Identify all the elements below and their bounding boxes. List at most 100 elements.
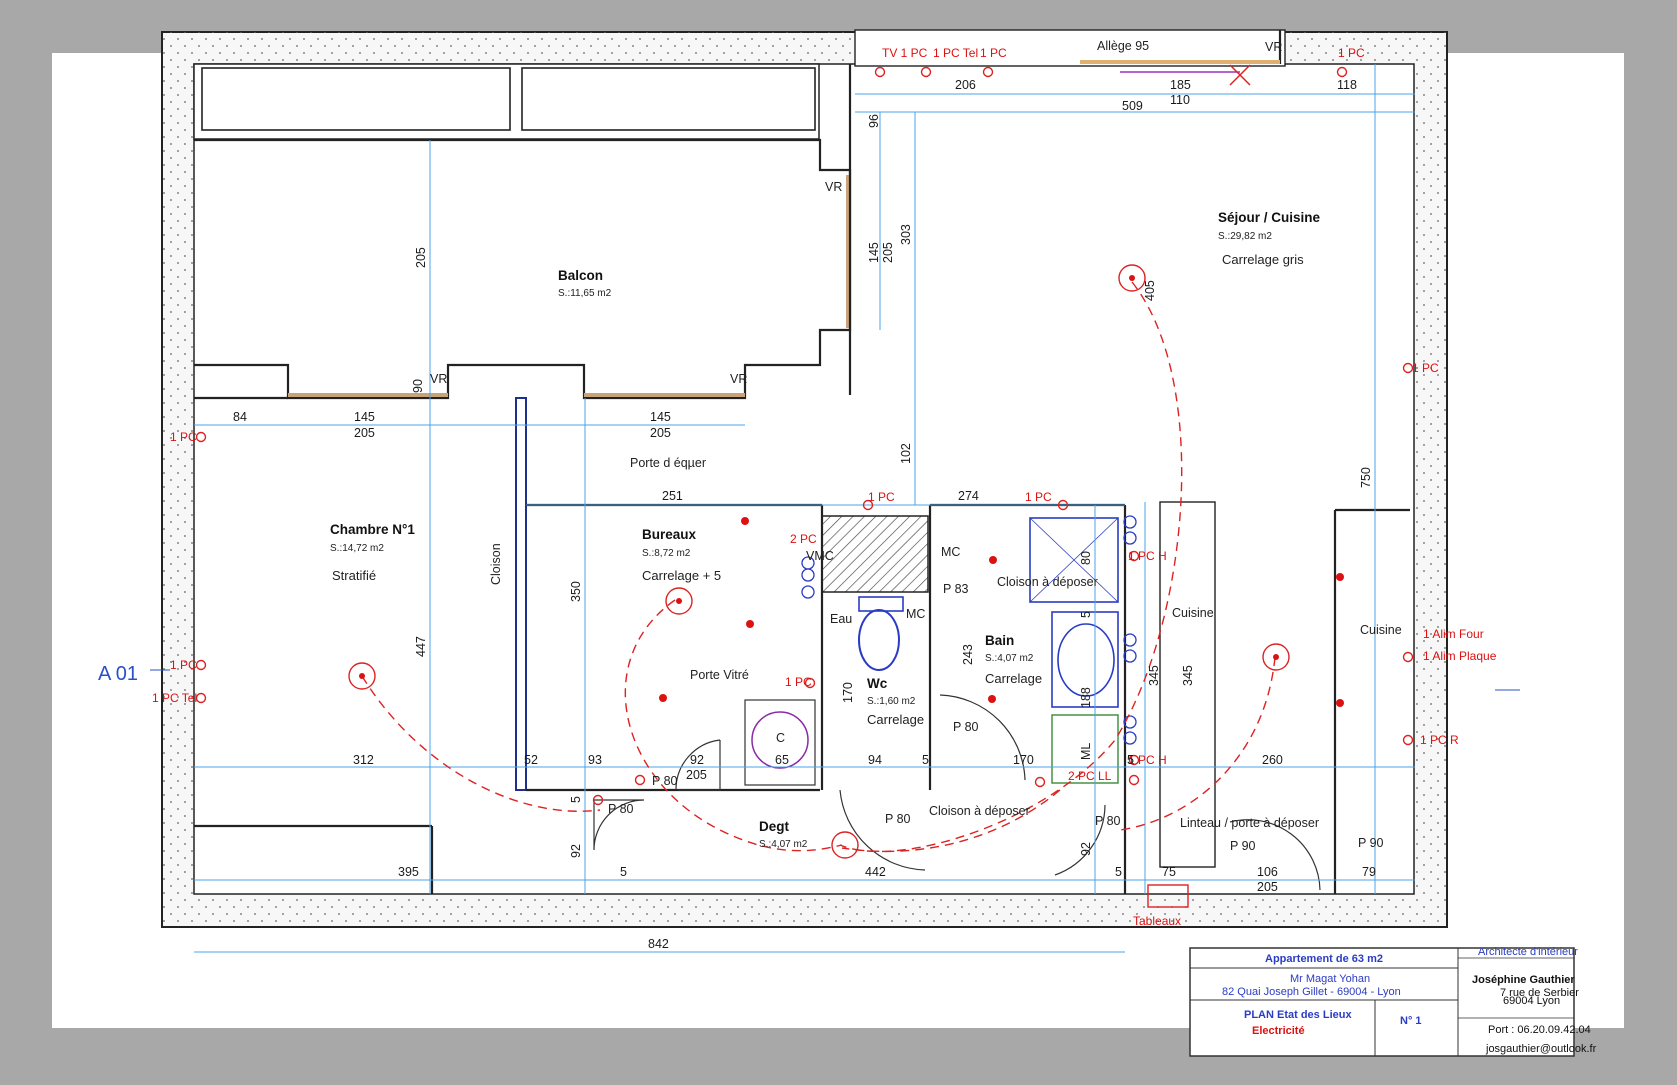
- dim-274: 274: [958, 489, 979, 503]
- room-area-bureaux: S.:8,72 m2: [642, 548, 691, 559]
- dim-79: 79: [1362, 865, 1376, 879]
- section-mark-left: A 01: [98, 663, 138, 685]
- title-block: Appartement de 63 m2 Mr Magat Yohan 82 Q…: [1189, 946, 1597, 1057]
- dim-92b: 92: [569, 844, 583, 858]
- dim-395: 395: [398, 865, 419, 879]
- tb-arch-addr2: 69004 Lyon: [1503, 995, 1560, 1007]
- dim-5c: 5: [1127, 753, 1134, 767]
- dim-106: 106: [1257, 865, 1278, 879]
- dim-5b: 5: [922, 753, 929, 767]
- dim-93: 93: [588, 753, 602, 767]
- room-area-balcon: S.:11,65 m2: [558, 288, 612, 299]
- dim-447: 447: [414, 636, 428, 657]
- dim-145c: 145: [650, 410, 671, 424]
- elec-pc-r: 1 PC R: [1420, 733, 1459, 747]
- dim-842: 842: [648, 937, 669, 951]
- elec-alim-four: 1 Alim Four: [1423, 627, 1484, 641]
- linteau-label: Linteau / porte à déposer: [1180, 816, 1319, 830]
- dim-90: 90: [411, 379, 425, 393]
- room-name-bureaux: Bureaux: [642, 527, 697, 542]
- p80-label-4: P 80: [953, 720, 979, 734]
- dim-509: 509: [1122, 99, 1143, 113]
- dim-5d: 5: [569, 796, 583, 803]
- dim-251: 251: [662, 489, 683, 503]
- elec-tv-pc: TV 1 PC: [882, 46, 928, 60]
- cloison-label: Cloison: [489, 543, 503, 585]
- room-name-balcon: Balcon: [558, 268, 603, 283]
- tb-firm-title: Architecte d'intérieur: [1478, 946, 1578, 958]
- room-area-wc: S.:1,60 m2: [867, 696, 916, 707]
- p80-label-5: P 80: [1095, 814, 1121, 828]
- dim-145a: 145: [867, 242, 881, 263]
- porte-vitre-label: Porte Vitré: [690, 668, 749, 682]
- elec-pc-top-right: 1 PC: [1338, 46, 1365, 60]
- tb-architect: Joséphine Gauthier: [1472, 974, 1575, 986]
- dim-188: 188: [1079, 687, 1093, 708]
- dim-92c: 92: [1079, 842, 1093, 856]
- p90-label-1: P 90: [1230, 839, 1256, 853]
- room-area-chambre: S.:14,72 m2: [330, 543, 384, 554]
- elec-pc-mid-2: 1 PC: [1025, 490, 1052, 504]
- dim-5a: 5: [1079, 611, 1093, 618]
- dim-185: 185: [1170, 78, 1191, 92]
- exterior-walls: [161, 29, 1448, 928]
- tb-number: N° 1: [1400, 1015, 1422, 1027]
- dim-206: 206: [955, 78, 976, 92]
- dim-118: 118: [1337, 78, 1357, 92]
- dim-442: 442: [865, 865, 886, 879]
- vr-label-1: VR: [825, 180, 842, 194]
- dim-345b: 345: [1181, 665, 1195, 686]
- floor-plan-viewer: A 01 Allège 95 Balcon S.:11,65 m2 Séjour…: [0, 0, 1677, 1080]
- dim-52: 52: [524, 753, 538, 767]
- room-name-degt: Degt: [759, 819, 790, 834]
- elec-pc-bureaux-1: 1 PC: [785, 675, 812, 689]
- room-area-degt: S.:4,07 m2: [759, 839, 808, 850]
- dim-92a: 92: [690, 753, 704, 767]
- tb-arch-email: josgauthier@outlook.fr: [1485, 1043, 1597, 1055]
- dim-80: 80: [1079, 551, 1093, 565]
- tb-client: Mr Magat Yohan: [1290, 973, 1370, 985]
- vmc-label: VMC: [806, 549, 834, 563]
- dim-243: 243: [961, 644, 975, 665]
- cloison-deposer-label-1: Cloison à déposer: [997, 575, 1098, 589]
- elec-pc-chambre-2: 1 PC: [170, 658, 197, 672]
- dim-110: 110: [1170, 93, 1190, 107]
- elec-pc-h-1: 1 PC H: [1128, 549, 1167, 563]
- vr-label-2: VR: [430, 372, 447, 386]
- room-name-sejour: Séjour / Cuisine: [1218, 210, 1321, 225]
- room-area-bain: S.:4,07 m2: [985, 653, 1034, 664]
- room-floor-bain: Carrelage: [985, 671, 1042, 686]
- dim-303: 303: [899, 224, 913, 245]
- room-floor-wc: Carrelage: [867, 712, 924, 727]
- dim-65: 65: [775, 753, 789, 767]
- p80-label-1: P 80: [652, 774, 678, 788]
- dim-205b: 205: [881, 242, 895, 263]
- dim-205f: 205: [1257, 880, 1278, 894]
- dim-145b: 145: [354, 410, 375, 424]
- room-name-wc: Wc: [867, 676, 888, 691]
- dim-312: 312: [353, 753, 374, 767]
- dim-405: 405: [1143, 280, 1157, 301]
- elec-pc-chambre-1: 1 PC: [170, 430, 197, 444]
- porte-label: Porte d éqµer: [630, 456, 706, 470]
- elec-pc-tel-top: 1 PC Tel: [933, 46, 978, 60]
- room-area-sejour: S.:29,82 m2: [1218, 231, 1272, 242]
- mc-label-1: MC: [941, 545, 960, 559]
- dim-750: 750: [1359, 467, 1373, 488]
- elec-pc-tel-chambre: 1 PC Tel: [152, 691, 197, 705]
- elec-tableaux: Tableaux: [1133, 914, 1181, 928]
- tb-subject: Electricité: [1252, 1025, 1305, 1037]
- dim-75: 75: [1162, 865, 1176, 879]
- allege-label: Allège 95: [1097, 39, 1149, 53]
- room-floor-chambre: Stratifié: [332, 568, 376, 583]
- p90-label-2: P 90: [1358, 836, 1384, 850]
- dim-170a: 170: [841, 682, 855, 703]
- cloison-deposer-label-2: Cloison à déposer: [929, 804, 1030, 818]
- dim-205e: 205: [686, 768, 707, 782]
- mc-label-2: MC: [906, 607, 925, 621]
- dim-96: 96: [867, 114, 881, 128]
- room-name-chambre: Chambre N°1: [330, 522, 415, 537]
- dim-84: 84: [233, 410, 247, 424]
- elec-pc-sejour: 1 PC: [1412, 361, 1439, 375]
- dim-94: 94: [868, 753, 882, 767]
